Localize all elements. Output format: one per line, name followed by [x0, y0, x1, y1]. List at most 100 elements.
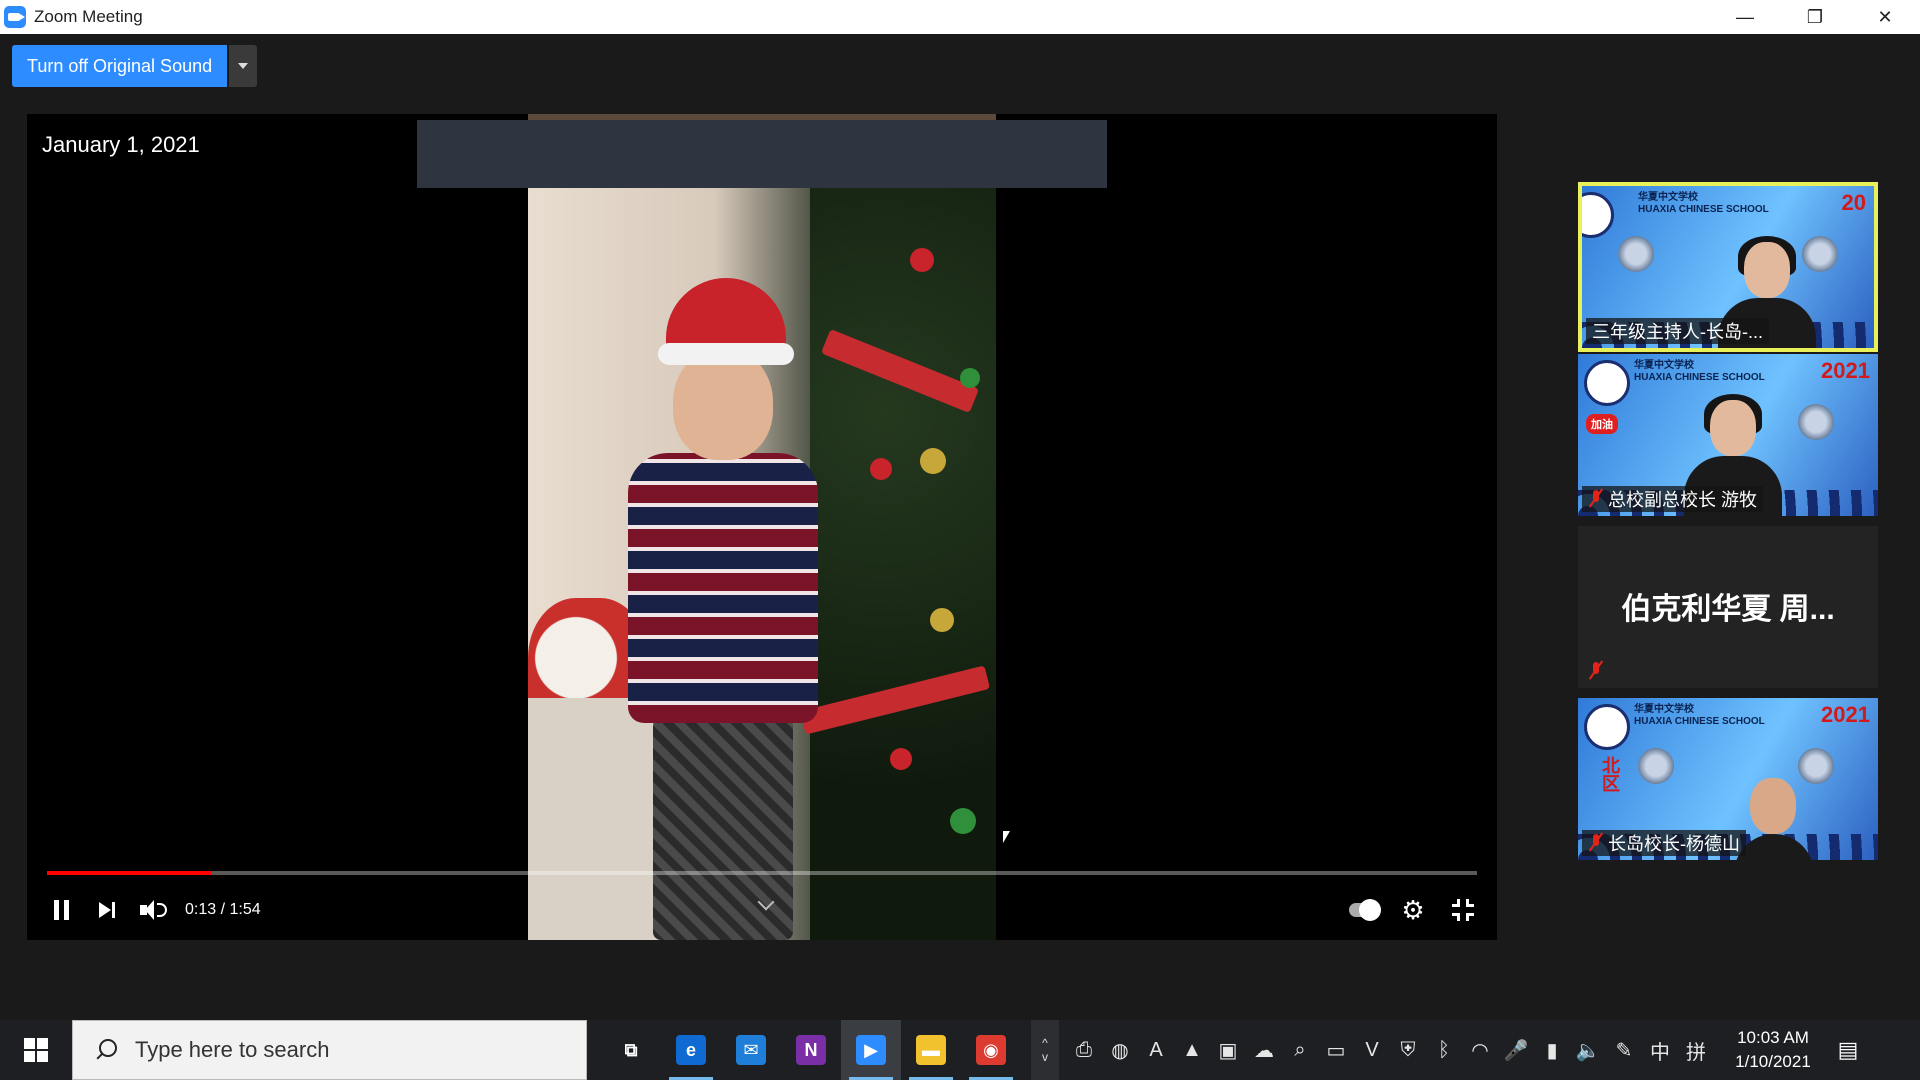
- child-singer: [608, 278, 818, 940]
- volume-button[interactable]: [139, 896, 167, 924]
- windows-taskbar: Type here to search ⧉ e ✉ N ▶ ▬ ◉ ^ v ⎙ ◍ A ▲ ▣ ☁ ⌕ ▭ V…: [0, 1020, 1920, 1080]
- ime-icon[interactable]: 中: [1643, 1020, 1677, 1080]
- minimize-button[interactable]: —: [1710, 0, 1780, 34]
- mail-icon: ✉: [736, 1035, 766, 1065]
- display-icon[interactable]: ▭: [1319, 1020, 1353, 1080]
- file-explorer-icon: ▬: [916, 1035, 946, 1065]
- drive-icon[interactable]: ▲: [1175, 1020, 1209, 1080]
- pen-icon[interactable]: ✎: [1607, 1020, 1641, 1080]
- participant-display-name: 伯克利华夏 周...: [1621, 593, 1835, 626]
- notification-center-icon[interactable]: ▤: [1823, 1020, 1873, 1080]
- window-controls: — ❐ ✕: [1710, 0, 1920, 34]
- video-controls: 0:13 / 1:54 ⚙: [27, 884, 1497, 936]
- zoom-tray-icon[interactable]: ▣: [1211, 1020, 1245, 1080]
- taskbar-app-task-view[interactable]: ⧉: [601, 1020, 661, 1080]
- taskbar-app-chrome[interactable]: ◉: [961, 1020, 1021, 1080]
- chevron-down-icon[interactable]: [757, 893, 775, 911]
- taskbar-app-edge[interactable]: e: [661, 1020, 721, 1080]
- tree-ribbon: [820, 328, 980, 414]
- app-v-icon[interactable]: V: [1355, 1020, 1389, 1080]
- zoom-app-icon: [4, 6, 26, 28]
- participant-tile[interactable]: 华夏中文学校 HUAXIA CHINESE SCHOOL 2021 加油 总校副总…: [1578, 354, 1878, 516]
- meeting-area: Turn off Original Sound January 1, 2021: [0, 34, 1920, 1020]
- settings-button[interactable]: ⚙: [1399, 896, 1427, 924]
- tree-ornament: [890, 748, 912, 770]
- wifi-icon[interactable]: ◠: [1463, 1020, 1497, 1080]
- mic-muted-icon: [1588, 661, 1604, 681]
- participant-tile[interactable]: 伯克利华夏 周...: [1578, 526, 1878, 688]
- taskbar-app-file-explorer[interactable]: ▬: [901, 1020, 961, 1080]
- microphone-icon[interactable]: 🎤: [1499, 1020, 1533, 1080]
- mic-muted-icon: [1588, 489, 1604, 509]
- search-tray-icon[interactable]: ⌕: [1283, 1020, 1317, 1080]
- taskbar-app-mail[interactable]: ✉: [721, 1020, 781, 1080]
- taskbar-app-onenote[interactable]: N: [781, 1020, 841, 1080]
- video-frame[interactable]: [528, 188, 996, 940]
- school-year: 2021: [1821, 702, 1870, 727]
- battery-icon[interactable]: ▮: [1535, 1020, 1569, 1080]
- shared-screen[interactable]: January 1, 2021 0:13 / 1:54 ⚙: [27, 114, 1497, 940]
- restore-button[interactable]: ❐: [1780, 0, 1850, 34]
- santa-hat: [658, 278, 794, 365]
- window-title: Zoom Meeting: [34, 7, 143, 26]
- task-view-icon: ⧉: [624, 1039, 638, 1060]
- onedrive-icon[interactable]: ☁: [1247, 1020, 1281, 1080]
- globe-icon[interactable]: ◍: [1103, 1020, 1137, 1080]
- title-bar: Zoom Meeting — ❐ ✕: [0, 0, 1920, 34]
- search-icon: [95, 1039, 117, 1061]
- chrome-icon: ◉: [976, 1035, 1006, 1065]
- school-logo: [1584, 360, 1630, 406]
- tree-ornament: [910, 248, 934, 272]
- taskbar-apps: ⧉ e ✉ N ▶ ▬ ◉: [601, 1020, 1021, 1080]
- tree-ornament: [950, 808, 976, 834]
- taskbar-clock[interactable]: 10:03 AM 1/10/2021: [1723, 1026, 1823, 1074]
- district-label: 北区: [1600, 756, 1620, 792]
- school-name: 华夏中文学校 HUAXIA CHINESE SCHOOL: [1634, 360, 1765, 383]
- cheer-badge: 加油: [1586, 414, 1618, 434]
- defender-icon[interactable]: ⛨: [1391, 1020, 1425, 1080]
- keyboard-layout-icon[interactable]: 拼: [1679, 1020, 1713, 1080]
- participant-name: 三年级主持人-长岛-...: [1586, 318, 1769, 344]
- participant-tile[interactable]: 华夏中文学校 HUAXIA CHINESE SCHOOL 20 三年级主持人-长岛…: [1578, 182, 1878, 352]
- pause-button[interactable]: [47, 896, 75, 924]
- taskbar-search[interactable]: Type here to search: [72, 1020, 587, 1080]
- search-placeholder: Type here to search: [135, 1037, 330, 1062]
- school-logo: [1584, 704, 1630, 750]
- tree-ornament: [930, 608, 954, 632]
- video-progress-bar[interactable]: [47, 871, 1477, 875]
- participant-tile[interactable]: 华夏中文学校 HUAXIA CHINESE SCHOOL 2021 北区 长岛校长…: [1578, 698, 1878, 860]
- exit-fullscreen-button[interactable]: [1449, 896, 1477, 924]
- show-hidden-icons-button[interactable]: ^ v: [1031, 1020, 1059, 1080]
- video-date-overlay: January 1, 2021: [42, 132, 200, 157]
- edge-icon: e: [676, 1035, 706, 1065]
- start-button[interactable]: [0, 1020, 72, 1080]
- clock-time: 10:03 AM: [1737, 1028, 1809, 1047]
- tree-ornament: [920, 448, 946, 474]
- windows-logo-icon: [24, 1038, 48, 1062]
- participant-name: 总校副总校长 游牧: [1582, 486, 1764, 512]
- video-time: 0:13 / 1:54: [185, 901, 261, 918]
- christmas-tree: [799, 188, 996, 940]
- autoplay-toggle[interactable]: [1349, 896, 1381, 924]
- chevron-down-icon: [238, 63, 249, 69]
- original-sound-dropdown[interactable]: [229, 45, 258, 87]
- microphone-graphic: [1638, 748, 1674, 784]
- system-tray: ⎙ ◍ A ▲ ▣ ☁ ⌕ ▭ V ⛨ ᛒ ◠ 🎤 ▮ 🔈 ✎ 中拼: [1067, 1020, 1713, 1080]
- volume-icon[interactable]: 🔈: [1571, 1020, 1605, 1080]
- bluetooth-icon[interactable]: ᛒ: [1427, 1020, 1461, 1080]
- school-year: 20: [1841, 190, 1866, 215]
- tree-ornament: [960, 368, 980, 388]
- clock-date: 1/10/2021: [1735, 1052, 1811, 1071]
- redaction-box: [417, 120, 1107, 188]
- school-name: 华夏中文学校 HUAXIA CHINESE SCHOOL: [1638, 192, 1769, 215]
- printer-icon[interactable]: ⎙: [1067, 1020, 1101, 1080]
- original-sound-button[interactable]: Turn off Original Sound: [12, 45, 228, 87]
- pause-icon: [53, 900, 69, 920]
- close-button[interactable]: ✕: [1850, 0, 1920, 34]
- video-progress-fill: [47, 871, 212, 875]
- school-name: 华夏中文学校 HUAXIA CHINESE SCHOOL: [1634, 704, 1765, 727]
- next-button[interactable]: [93, 896, 121, 924]
- adobe-icon[interactable]: A: [1139, 1020, 1173, 1080]
- taskbar-app-zoom[interactable]: ▶: [841, 1020, 901, 1080]
- original-sound-control: Turn off Original Sound: [12, 45, 258, 87]
